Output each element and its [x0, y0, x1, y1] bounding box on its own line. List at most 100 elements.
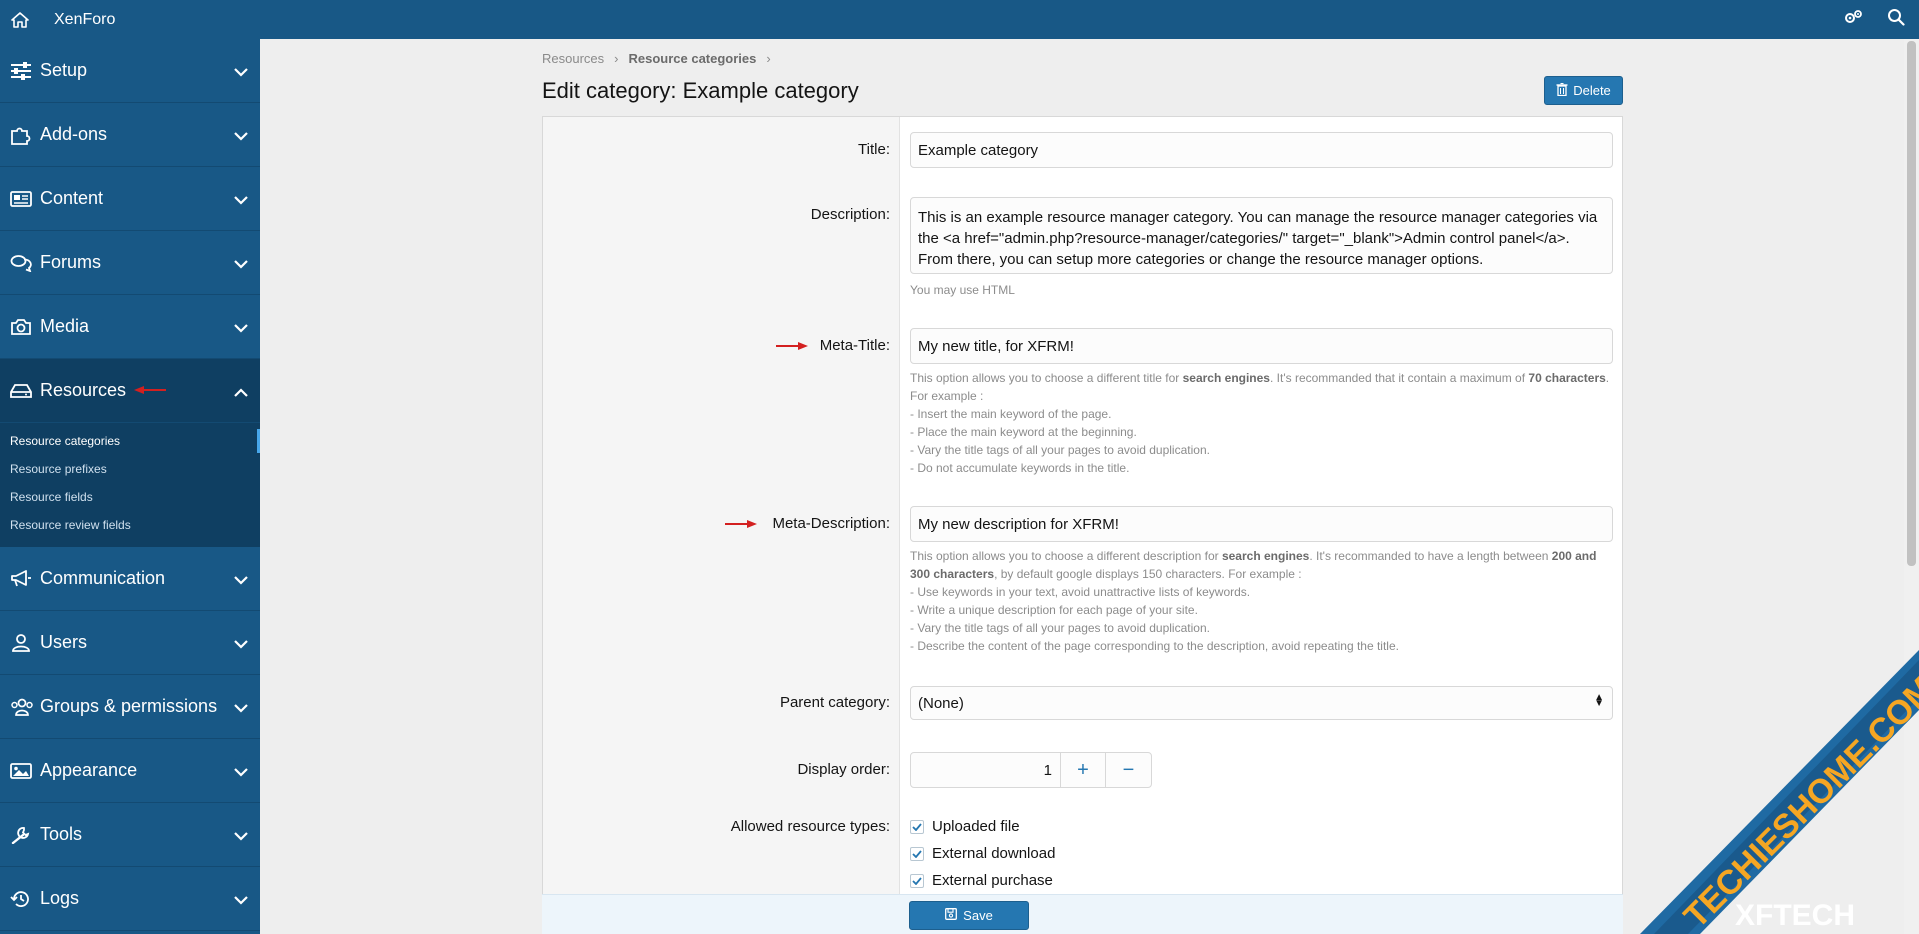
sidebar-item-label: Setup [40, 60, 88, 80]
history-icon [10, 888, 38, 910]
breadcrumb: Resources › Resource categories › [542, 51, 771, 66]
parent-category-value: (None) [918, 694, 964, 712]
sidebar-item-label: Tools [40, 824, 83, 844]
checkbox-external-purchase[interactable]: External purchase [910, 872, 1053, 889]
description-line: This is an example resource manager cate… [918, 209, 1598, 226]
select-arrows-icon: ▲ ▼ [1594, 692, 1604, 709]
display-order-stepper: 1 + − [910, 752, 1152, 788]
watermark-text-2: XFTECH [1735, 899, 1855, 932]
checkbox-external-download[interactable]: External download [910, 845, 1055, 862]
description-line: the <a href="admin.php?resource-manager/… [918, 230, 1570, 247]
title-input[interactable]: Example category [910, 132, 1613, 168]
description-hint: You may use HTML [910, 283, 1015, 297]
chevron-down-icon [234, 61, 248, 82]
parent-category-select[interactable]: (None) ▲ ▼ [910, 686, 1613, 720]
sidebar-item-label: Logs [40, 888, 80, 908]
description-label: Description: [810, 206, 890, 223]
annotation-arrow [776, 342, 808, 350]
sidebar-item-resources[interactable]: Resources [0, 359, 260, 423]
chevron-down-icon [234, 317, 248, 338]
chevron-right-icon: › [766, 51, 771, 66]
sidebar-item-media[interactable]: Media [0, 295, 260, 359]
sidebar-item-logs[interactable]: Logs [0, 867, 260, 931]
meta-title-hint: This option allows you to choose a diffe… [910, 371, 1610, 475]
sidebar-item-label: Content [40, 188, 104, 208]
chevron-down-icon [234, 761, 248, 782]
sidebar-item-appearance[interactable]: Appearance [0, 739, 260, 803]
breadcrumb-resource-categories[interactable]: Resource categories [628, 51, 756, 66]
decrement-button[interactable]: − [1106, 753, 1151, 787]
sidebar-item-label: Add-ons [40, 124, 108, 144]
sidebar-item-users[interactable]: Users [0, 611, 260, 675]
sidebar-item-label: Appearance [40, 760, 138, 780]
chevron-down-icon [234, 697, 248, 718]
form-submit-bar: Save [542, 894, 1623, 934]
save-icon [945, 908, 958, 923]
display-order-input[interactable]: 1 [911, 753, 1061, 787]
save-button[interactable]: Save [909, 901, 1029, 930]
chevron-down-icon [234, 569, 248, 590]
megaphone-icon [10, 568, 38, 590]
camera-icon [10, 316, 38, 338]
puzzle-icon [10, 124, 38, 146]
subnav-item-resource-fields[interactable]: Resource fields [0, 483, 260, 511]
delete-label: Delete [1573, 83, 1611, 98]
sidebar-item-label: Users [40, 632, 88, 652]
sidebar-item-label: Resources [40, 380, 127, 400]
sidebar-item-forums[interactable]: Forums [0, 231, 260, 295]
sidebar: Setup Add-ons Content Forums Media Resou… [0, 39, 260, 934]
chevron-down-icon [234, 189, 248, 210]
user-icon [10, 632, 38, 654]
subnav-item-resource-review-fields[interactable]: Resource review fields [0, 511, 260, 539]
search-icon[interactable] [1887, 8, 1905, 31]
title-label: Title: [858, 141, 890, 158]
annotation-arrow [725, 520, 757, 528]
parent-category-label: Parent category: [779, 694, 890, 711]
save-label: Save [963, 908, 993, 923]
chevron-down-icon [234, 125, 248, 146]
subnav-item-resource-prefixes[interactable]: Resource prefixes [0, 455, 260, 483]
trash-icon [1556, 82, 1568, 99]
sidebar-item-label: Communication [40, 568, 166, 588]
description-textarea[interactable]: This is an example resource manager cate… [910, 197, 1613, 274]
newspaper-icon [10, 188, 38, 210]
page-title: Edit category: Example category [542, 78, 859, 103]
meta-title-input[interactable]: My new title, for XFRM! [910, 328, 1613, 364]
sidebar-item-content[interactable]: Content [0, 167, 260, 231]
sidebar-item-add-ons[interactable]: Add-ons [0, 103, 260, 167]
page-scrollbar[interactable] [1904, 39, 1919, 934]
chevron-down-icon [234, 889, 248, 910]
meta-description-input[interactable]: My new description for XFRM! [910, 506, 1613, 542]
cogs-icon[interactable] [1843, 9, 1863, 30]
home-icon[interactable] [0, 0, 40, 39]
watermark-text: TECHIESHOME.COM [1677, 670, 1919, 934]
users-icon [10, 696, 38, 718]
sidebar-item-groups-permissions[interactable]: Groups & permissions [0, 675, 260, 739]
subnav-item-resource-categories[interactable]: Resource categories [0, 427, 260, 455]
checkbox-uploaded-file[interactable]: Uploaded file [910, 818, 1020, 835]
description-line: From there, you can setup more categorie… [918, 251, 1484, 268]
wrench-icon [10, 824, 38, 846]
checkmark-icon [910, 873, 924, 888]
chevron-down-icon [234, 253, 248, 274]
sidebar-item-label: Media [40, 316, 90, 336]
sidebar-item-tools[interactable]: Tools [0, 803, 260, 867]
sidebar-item-label: Forums [40, 252, 102, 272]
resources-subnav: Resource categories Resource prefixes Re… [0, 423, 260, 547]
brand-name[interactable]: XenForo [54, 11, 115, 29]
display-order-label: Display order: [797, 761, 890, 778]
comments-icon [10, 252, 38, 274]
scrollbar-thumb[interactable] [1907, 41, 1916, 566]
sidebar-item-communication[interactable]: Communication [0, 547, 260, 611]
increment-button[interactable]: + [1061, 753, 1106, 787]
edit-category-form: Title: Example category Description: Thi… [542, 116, 1623, 934]
chevron-down-icon [234, 633, 248, 654]
drive-icon [10, 380, 38, 402]
meta-description-hint: This option allows you to choose a diffe… [910, 549, 1597, 653]
sidebar-item-setup[interactable]: Setup [0, 39, 260, 103]
checkmark-icon [910, 846, 924, 861]
top-bar: XenForo [0, 0, 1919, 39]
meta-description-label: Meta-Description: [772, 515, 890, 532]
breadcrumb-resources[interactable]: Resources [542, 51, 604, 66]
delete-button[interactable]: Delete [1544, 76, 1623, 105]
